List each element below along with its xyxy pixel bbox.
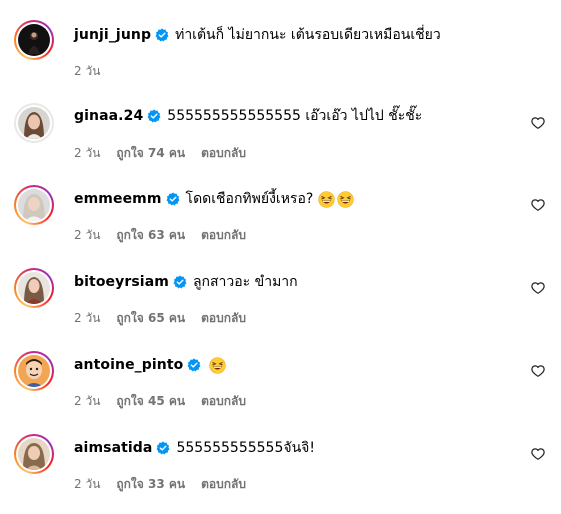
like-heart-icon[interactable] xyxy=(531,281,545,295)
verified-badge-icon xyxy=(166,192,180,206)
reply-button[interactable]: ตอบกลับ xyxy=(201,475,246,494)
avatar[interactable] xyxy=(14,103,54,143)
comment-meta: 2 วัน ถูกใจ 45 คน ตอบกลับ xyxy=(74,393,246,409)
comment-item: junji_junp ท่าเต้นก็ ไม่ยากนะ เต้นรอบเดี… xyxy=(0,20,561,100)
username[interactable]: junji_junp xyxy=(74,27,151,43)
comment-meta: 2 วัน ถูกใจ 74 คน ตอบกลับ xyxy=(74,145,246,161)
reply-button[interactable]: ตอบกลับ xyxy=(201,309,246,328)
comment-line: ginaa.24 555555555555555 เอ๊วเอ๊ว ไปไป ช… xyxy=(74,106,422,126)
verified-badge-icon xyxy=(156,441,170,455)
comment-item: ginaa.24 555555555555555 เอ๊วเอ๊ว ไปไป ช… xyxy=(0,103,561,183)
grinning-squinting-face-icon xyxy=(209,356,227,374)
username[interactable]: aimsatida xyxy=(74,440,152,456)
likes-count[interactable]: ถูกใจ 33 คน xyxy=(116,475,185,494)
likes-count[interactable]: ถูกใจ 65 คน xyxy=(116,309,185,328)
reply-button[interactable]: ตอบกลับ xyxy=(201,226,246,245)
comment-line: emmeemm โดดเชือกทิพย์งี้เหรอ? xyxy=(74,189,354,209)
comment-text: โดดเชือกทิพย์งี้เหรอ? xyxy=(185,191,314,207)
reply-button[interactable]: ตอบกลับ xyxy=(201,144,246,163)
comment-meta: 2 วัน ถูกใจ 65 คน ตอบกลับ xyxy=(74,310,246,326)
comment-time[interactable]: 2 วัน xyxy=(74,62,100,81)
username[interactable]: emmeemm xyxy=(74,191,162,207)
like-heart-icon[interactable] xyxy=(531,364,545,378)
comment-item: emmeemm โดดเชือกทิพย์งี้เหรอ? 2 วัน ถูกใ… xyxy=(0,185,561,265)
comment-text: 555555555555555 เอ๊วเอ๊ว ไปไป ชั๊ะชั๊ะ xyxy=(167,108,423,124)
comment-time[interactable]: 2 วัน xyxy=(74,309,100,328)
likes-count[interactable]: ถูกใจ 45 คน xyxy=(116,392,185,411)
reply-button[interactable]: ตอบกลับ xyxy=(201,392,246,411)
verified-badge-icon xyxy=(187,358,201,372)
comment-time[interactable]: 2 วัน xyxy=(74,392,100,411)
username[interactable]: antoine_pinto xyxy=(74,357,183,373)
verified-badge-icon xyxy=(173,275,187,289)
like-heart-icon[interactable] xyxy=(531,447,545,461)
comment-item: aimsatida 555555555555จันจิ! 2 วัน ถูกใจ… xyxy=(0,434,561,514)
like-heart-icon[interactable] xyxy=(531,198,545,212)
comment-item: antoine_pinto 2 วัน ถูกใจ 45 คน ตอบกลับ xyxy=(0,351,561,431)
avatar[interactable] xyxy=(14,268,54,308)
comment-line: junji_junp ท่าเต้นก็ ไม่ยากนะ เต้นรอบเดี… xyxy=(74,25,441,45)
likes-count[interactable]: ถูกใจ 74 คน xyxy=(116,144,185,163)
comment-meta: 2 วัน ถูกใจ 63 คน ตอบกลับ xyxy=(74,227,246,243)
verified-badge-icon xyxy=(155,28,169,42)
comment-time[interactable]: 2 วัน xyxy=(74,226,100,245)
avatar[interactable] xyxy=(14,185,54,225)
comment-meta: 2 วัน ถูกใจ 33 คน ตอบกลับ xyxy=(74,476,246,492)
comment-text: ลูกสาวอะ ขำมาก xyxy=(192,274,298,290)
comment-line: aimsatida 555555555555จันจิ! xyxy=(74,438,315,458)
username[interactable]: bitoeyrsiam xyxy=(74,274,169,290)
comment-time[interactable]: 2 วัน xyxy=(74,144,100,163)
comment-line: antoine_pinto xyxy=(74,355,227,375)
verified-badge-icon xyxy=(147,109,161,123)
comment-item: bitoeyrsiam ลูกสาวอะ ขำมาก 2 วัน ถูกใจ 6… xyxy=(0,268,561,348)
grinning-squinting-face-icon xyxy=(318,190,335,208)
avatar[interactable] xyxy=(14,434,54,474)
comment-text: 555555555555จันจิ! xyxy=(176,440,315,456)
avatar[interactable] xyxy=(14,20,54,60)
likes-count[interactable]: ถูกใจ 63 คน xyxy=(116,226,185,245)
grinning-squinting-face-icon xyxy=(337,190,354,208)
comment-time[interactable]: 2 วัน xyxy=(74,475,100,494)
like-heart-icon[interactable] xyxy=(531,116,545,130)
comment-line: bitoeyrsiam ลูกสาวอะ ขำมาก xyxy=(74,272,298,292)
comment-meta: 2 วัน xyxy=(74,63,116,79)
comment-text: ท่าเต้นก็ ไม่ยากนะ เต้นรอบเดียวเหมือนเชี… xyxy=(175,27,441,43)
username[interactable]: ginaa.24 xyxy=(74,108,143,124)
avatar[interactable] xyxy=(14,351,54,391)
